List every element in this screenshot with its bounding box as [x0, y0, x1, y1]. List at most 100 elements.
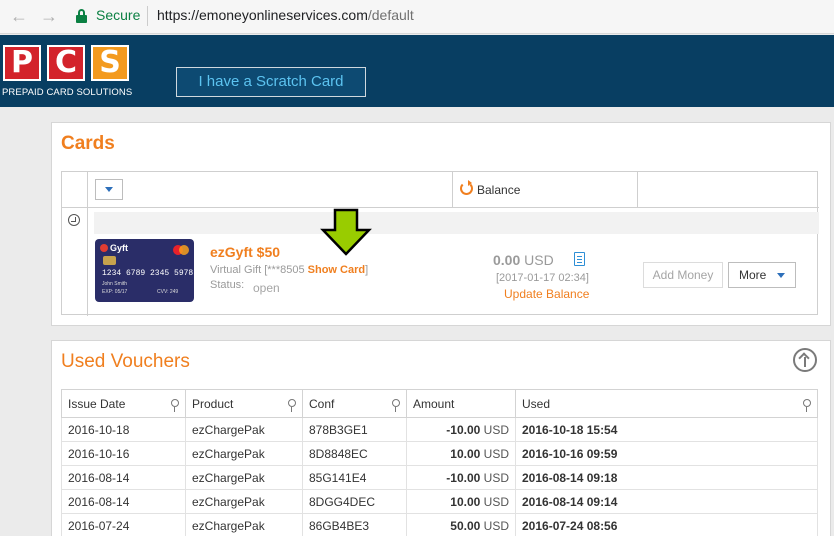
amount-currency: USD: [483, 518, 509, 533]
scratch-card-button[interactable]: I have a Scratch Card: [176, 67, 366, 97]
card-brand: Gyft: [100, 243, 128, 253]
card-image[interactable]: Gyft 1234 6789 2345 5978 John Smith EXP:…: [95, 239, 194, 302]
group-expand-cell: [62, 208, 88, 316]
column-label: Product: [192, 396, 234, 411]
pcs-logo[interactable]: P C S PREPAID CARD SOLUTIONS: [0, 43, 136, 105]
cell-conf: 878B3GE1: [302, 417, 407, 442]
card-cvv: CVV: 249: [157, 289, 179, 295]
cell-product: ezChargePak: [185, 465, 303, 490]
amount-value: 50.00: [450, 518, 481, 533]
refresh-icon[interactable]: [460, 180, 473, 195]
cell-conf: 86GB4BE3: [302, 513, 407, 536]
filter-pin-icon[interactable]: [803, 399, 811, 412]
cell-product: ezChargePak: [185, 417, 303, 442]
amount-value: 10.00: [450, 494, 481, 509]
vouchers-table: Issue Date Product Conf Amount Used 2016…: [61, 389, 818, 536]
table-row[interactable]: 2016-10-18 ezChargePak 878B3GE1 -10.00 U…: [61, 417, 818, 442]
cell-conf: 8DGG4DEC: [302, 489, 407, 514]
cell-conf: 85G141E4: [302, 465, 407, 490]
card-filter-dropdown[interactable]: [95, 179, 123, 200]
cell-issue-date: 2016-08-14: [61, 465, 186, 490]
table-row[interactable]: 2016-08-14 ezChargePak 8DGG4DEC 10.00 US…: [61, 489, 818, 514]
cell-issue-date: 2016-08-14: [61, 489, 186, 514]
update-balance-link[interactable]: Update Balance: [504, 287, 589, 301]
column-label: Amount: [413, 396, 455, 411]
amount-currency: USD: [483, 422, 509, 437]
more-label: More: [739, 268, 767, 282]
grid-header-balance[interactable]: Balance: [453, 172, 638, 208]
cell-used: 2016-10-18 15:54: [515, 417, 818, 442]
card-chip-icon: [103, 256, 116, 265]
logo-letter-s: S: [91, 45, 129, 81]
column-label: Used: [522, 396, 551, 411]
mastercard-icon-overlap: [179, 245, 189, 255]
lock-icon: [76, 9, 87, 23]
cell-used: 2016-07-24 08:56: [515, 513, 818, 536]
logo-letter-c: C: [47, 45, 85, 81]
cards-grid: Balance Gyft 1234 6789 2345 5978 John Sm…: [61, 171, 819, 316]
table-row[interactable]: 2016-08-14 ezChargePak 85G141E4 -10.00 U…: [61, 465, 818, 490]
grid-header-actions: [638, 172, 819, 208]
card-status-value: open: [253, 281, 280, 295]
cell-amount: 10.00 USD: [406, 489, 516, 514]
transactions-icon[interactable]: [574, 252, 585, 266]
url-host: https://emoneyonlineservices.com: [157, 7, 368, 23]
card-type: Virtual Gift [***8505: [210, 264, 305, 276]
address-divider: [147, 6, 148, 26]
grid-header-card: [88, 172, 453, 208]
chevron-down-icon: [777, 273, 785, 278]
cell-amount: 50.00 USD: [406, 513, 516, 536]
collapse-group-icon[interactable]: [68, 214, 80, 226]
card-name: ezGyft $50: [210, 244, 281, 260]
more-button[interactable]: More: [728, 262, 796, 288]
column-header-amount[interactable]: Amount: [406, 389, 516, 418]
balance-date: [2017-01-17 02:34]: [496, 272, 589, 284]
chevron-down-icon: [105, 187, 113, 192]
filter-pin-icon[interactable]: [392, 399, 400, 412]
arrow-down-icon: [320, 208, 372, 256]
cell-conf: 8D8848EC: [302, 441, 407, 466]
card-status-label: Status:: [210, 279, 245, 291]
cell-issue-date: 2016-07-24: [61, 513, 186, 536]
card-holder: John Smith: [102, 281, 128, 287]
cell-product: ezChargePak: [185, 489, 303, 514]
amount-value: -10.00: [446, 422, 481, 437]
filter-pin-icon[interactable]: [288, 399, 296, 412]
column-header-product[interactable]: Product: [185, 389, 303, 418]
table-row[interactable]: 2016-10-16 ezChargePak 8D8848EC 10.00 US…: [61, 441, 818, 466]
cell-amount: 10.00 USD: [406, 441, 516, 466]
balance-currency: USD: [524, 252, 554, 268]
cell-product: ezChargePak: [185, 441, 303, 466]
forward-arrow-icon[interactable]: →: [40, 6, 58, 26]
browser-toolbar: ← → Secure https://emoneyonlineservices.…: [0, 0, 834, 34]
card-number: 1234 6789 2345 5978: [102, 269, 194, 278]
cell-amount: -10.00 USD: [406, 417, 516, 442]
column-header-used[interactable]: Used: [515, 389, 818, 418]
card-type-line: Virtual Gift [***8505 Show Card]: [210, 264, 368, 276]
add-money-button[interactable]: Add Money: [643, 262, 723, 288]
amount-currency: USD: [483, 494, 509, 509]
show-card-link[interactable]: Show Card: [308, 264, 365, 276]
secure-label: Secure: [96, 7, 141, 23]
cell-issue-date: 2016-10-18: [61, 417, 186, 442]
table-row[interactable]: 2016-07-24 ezChargePak 86GB4BE3 50.00 US…: [61, 513, 818, 536]
cell-amount: -10.00 USD: [406, 465, 516, 490]
back-arrow-icon[interactable]: ←: [10, 6, 28, 26]
card-row: Gyft 1234 6789 2345 5978 John Smith EXP:…: [88, 238, 819, 316]
balance-header-label: Balance: [477, 183, 521, 197]
amount-value: 10.00: [450, 446, 481, 461]
group-header-band: [94, 212, 819, 234]
filter-pin-icon[interactable]: [171, 399, 179, 412]
column-header-conf[interactable]: Conf: [302, 389, 407, 418]
amount-currency: USD: [483, 446, 509, 461]
card-type-suffix: ]: [365, 264, 369, 276]
cell-product: ezChargePak: [185, 513, 303, 536]
used-vouchers-title: Used Vouchers: [61, 351, 190, 372]
cards-title: Cards: [61, 133, 115, 154]
scroll-up-icon[interactable]: [793, 348, 817, 372]
address-bar[interactable]: https://emoneyonlineservices.com/default: [157, 7, 414, 23]
logo-letter-p: P: [3, 45, 41, 81]
cell-issue-date: 2016-10-16: [61, 441, 186, 466]
amount-value: -10.00: [446, 470, 481, 485]
column-header-issue-date[interactable]: Issue Date: [61, 389, 186, 418]
